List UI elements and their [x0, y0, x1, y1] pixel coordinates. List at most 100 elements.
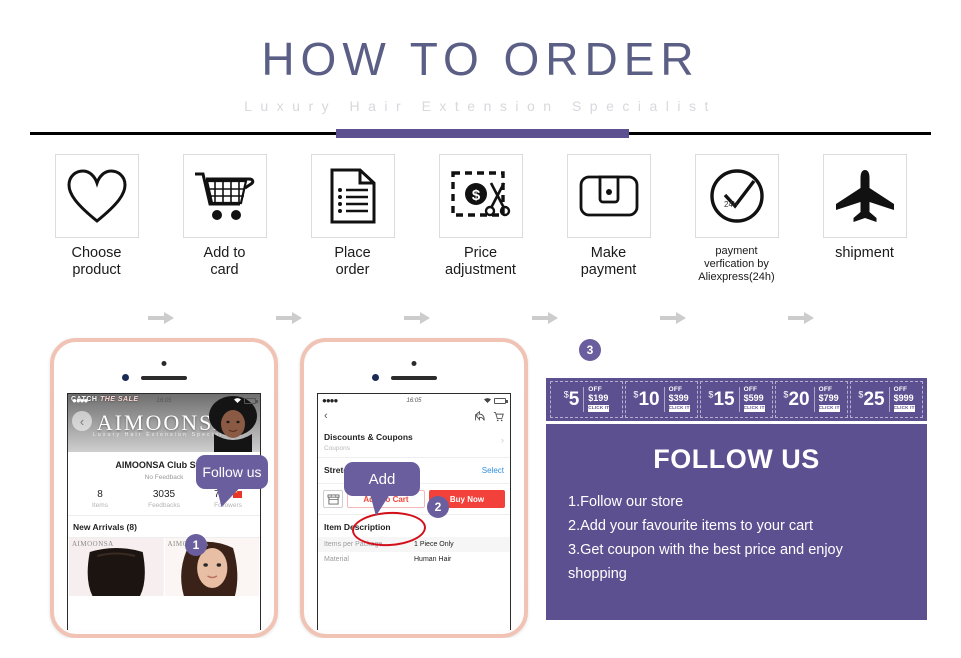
- status-right: [233, 397, 258, 404]
- coupon-click-button[interactable]: CLICK IT: [743, 404, 765, 412]
- coupon-click-button[interactable]: CLICK IT: [668, 404, 690, 412]
- status-left: ●●●●: [72, 396, 88, 405]
- svg-text:24h: 24h: [724, 200, 737, 209]
- step-add-to-cart: Add to card: [175, 154, 275, 279]
- wifi-icon: [234, 398, 241, 403]
- step-choose-product: Choose product: [47, 154, 147, 279]
- description-row: Items per Package 1 Piece Only: [318, 537, 510, 552]
- step-label: Choose product: [71, 245, 122, 278]
- page-title: HOW TO ORDER: [261, 33, 700, 85]
- share-icon[interactable]: [474, 410, 485, 422]
- follow-us-title: FOLLOW US: [653, 444, 820, 474]
- footer-whitespace: [0, 638, 961, 658]
- description-value: Human Hair: [414, 556, 452, 563]
- airplane-icon: [835, 170, 894, 222]
- battery-icon: [494, 397, 508, 404]
- coupon-click-button[interactable]: CLICK IT: [588, 404, 610, 412]
- step-place-order: Place order: [303, 154, 403, 279]
- coupon-click-button[interactable]: CLICK IT: [818, 404, 840, 412]
- coupon-amount: $15: [708, 389, 735, 410]
- coupon-item[interactable]: $10 OFF $399 CLICK IT: [625, 381, 698, 418]
- step-label: shipment: [835, 245, 894, 261]
- wifi-icon: [484, 398, 491, 403]
- divider-purple-segment: [336, 129, 629, 138]
- status-right: [483, 397, 508, 404]
- coupon-bar: $5 OFF $199 CLICK IT $10 OFF $399 CLICK …: [546, 378, 927, 421]
- step-badge-1: 1: [185, 534, 207, 556]
- step-price-adjustment: $ Price adjustment: [431, 154, 531, 279]
- coupon-minimum: $799: [818, 393, 839, 404]
- cart-icon[interactable]: [493, 411, 504, 422]
- back-chevron-icon[interactable]: ‹: [324, 410, 328, 422]
- stat-value: 3035: [152, 489, 176, 500]
- phone-screen[interactable]: ●●●● 16:05 CATCH THE SALE ‹ AIMOONSA Lux…: [67, 393, 261, 630]
- order-steps: Choose product Add to card Place order $…: [0, 140, 961, 324]
- step-badge-3: 3: [579, 339, 601, 361]
- select-link[interactable]: Select: [482, 466, 504, 475]
- coupon-amount: $10: [633, 389, 660, 410]
- clock-check-icon: 24h: [709, 169, 764, 223]
- new-arrivals-heading: New Arrivals (8): [73, 522, 137, 532]
- step-icon-box: [182, 154, 267, 238]
- step-icon-box: [822, 154, 907, 238]
- watermark: AIMOONSA: [72, 540, 114, 548]
- phone-speaker: [141, 376, 187, 380]
- status-time: 16:05: [156, 397, 172, 404]
- cart-icon: [194, 172, 254, 220]
- coupon-item[interactable]: $5 OFF $199 CLICK IT: [550, 381, 623, 418]
- step-label: Place order: [334, 245, 371, 278]
- coupon-item[interactable]: $15 OFF $599 CLICK IT: [700, 381, 773, 418]
- item-description-title: Item Description: [324, 522, 391, 532]
- coupon-minimum: $599: [743, 393, 764, 404]
- coupon-amount: $5: [563, 389, 580, 410]
- follow-us-steps: 1.Follow our store 2.Add your favourite …: [546, 475, 927, 587]
- description-row: Material Human Hair: [318, 552, 510, 567]
- follow-us-panel: FOLLOW US 1.Follow our store 2.Add your …: [546, 424, 927, 620]
- step-label: Add to card: [203, 245, 246, 278]
- coupon-details: OFF $999 CLICK IT: [888, 386, 915, 412]
- coupon-item[interactable]: $20 OFF $799 CLICK IT: [775, 381, 848, 418]
- chevron-right-icon: ›: [501, 435, 504, 445]
- status-bar: ●●●● 16:05: [68, 394, 260, 407]
- product-thumbnail[interactable]: AIMOONSA: [164, 538, 259, 596]
- step-icon-box: [566, 154, 651, 238]
- step-icon-box: $: [438, 154, 523, 238]
- step-badge-2: 2: [427, 496, 449, 518]
- phone-sensor-dot: [411, 361, 417, 366]
- follow-step: 2.Add your favourite items to your cart: [568, 517, 813, 534]
- follow-step: 1.Follow our store: [568, 494, 684, 510]
- product-thumbnails: AIMOONSA AIMOONSA: [68, 538, 260, 596]
- signal-dots-icon: ●●●●: [322, 396, 338, 405]
- status-bar: ●●●● 16:05: [318, 394, 510, 407]
- phone-camera: [372, 374, 379, 381]
- product-thumbnail[interactable]: AIMOONSA: [69, 538, 164, 596]
- coupon-amount: $20: [783, 389, 810, 410]
- row-discounts-coupons[interactable]: Discounts & Coupons Coupons ›: [318, 425, 510, 458]
- price-cut-icon: $: [450, 171, 510, 217]
- storefront-icon: [327, 493, 339, 505]
- coupon-details: OFF $399 CLICK IT: [663, 386, 690, 412]
- phone-screen[interactable]: ●●●● 16:05 ‹ Discounts & Coupons Coupons…: [317, 393, 511, 630]
- document-icon: [330, 168, 375, 224]
- step-label: Price adjustment: [445, 245, 516, 278]
- battery-icon: [244, 397, 258, 404]
- store-icon[interactable]: [323, 490, 343, 508]
- coupon-item[interactable]: $25 OFF $999 CLICK IT: [850, 381, 923, 418]
- coupon-click-button[interactable]: CLICK IT: [893, 404, 915, 412]
- product-nav-bar: ‹: [318, 407, 510, 425]
- add-callout-bubble: Add: [344, 462, 420, 516]
- follow-us-callout-bubble: Follow us: [196, 455, 268, 489]
- follow-step: 3.Get coupon with the best price and enj…: [568, 541, 843, 558]
- step-icon-box: 24h: [694, 154, 779, 238]
- coupon-amount: $25: [858, 389, 885, 410]
- stat-label: Items: [92, 502, 108, 509]
- row-title: Discounts & Coupons: [324, 432, 413, 442]
- coupon-minimum: $199: [588, 393, 609, 404]
- row-subtitle: Coupons: [324, 445, 351, 452]
- coupon-details: OFF $599 CLICK IT: [738, 386, 765, 412]
- coupon-minimum: $999: [893, 393, 914, 404]
- nav-actions: [474, 410, 504, 422]
- step-icon-box: [54, 154, 139, 238]
- page-subtitle: Luxury Hair Extension Specialist: [244, 98, 717, 114]
- header-divider: [0, 128, 961, 138]
